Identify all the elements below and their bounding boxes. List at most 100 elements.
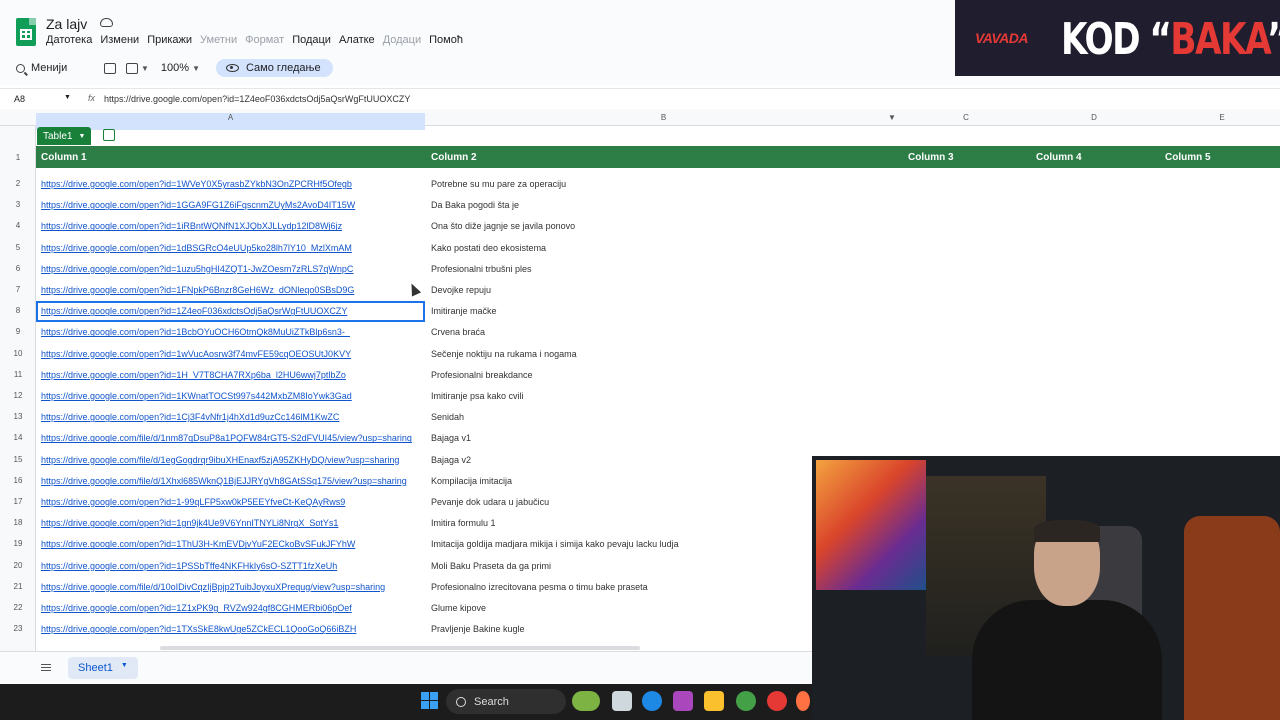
row-number[interactable]: 18 — [0, 518, 36, 527]
taskbar-search[interactable]: Search — [446, 689, 566, 714]
chrome-icon[interactable] — [767, 691, 787, 711]
link-cell[interactable]: https://drive.google.com/open?id=1TXsSkE… — [41, 624, 426, 634]
row-number[interactable]: 16 — [0, 476, 36, 485]
description-cell[interactable]: Kako postati deo ekosistema — [431, 243, 546, 253]
horizontal-scrollbar[interactable] — [160, 646, 640, 650]
row-number[interactable]: 12 — [0, 391, 36, 400]
chevron-down-icon[interactable]: ▼ — [121, 662, 128, 674]
link-cell[interactable]: https://drive.google.com/file/d/1nm87qDs… — [41, 433, 426, 443]
description-cell[interactable]: Pravljenje Bakine kugle — [431, 624, 525, 634]
row-number[interactable]: 21 — [0, 582, 36, 591]
description-cell[interactable]: Profesionalni trbušni ples — [431, 264, 532, 274]
chevron-down-icon[interactable]: ▼ — [192, 64, 200, 73]
description-cell[interactable]: Devojke repuju — [431, 285, 491, 295]
menus-search[interactable]: Менији — [16, 62, 94, 74]
table-header-cell[interactable]: Column 5 — [1165, 152, 1211, 163]
table-view-icon[interactable] — [103, 129, 115, 141]
link-cell[interactable]: https://drive.google.com/open?id=1wVucAo… — [41, 349, 426, 359]
row-number[interactable]: 1 — [0, 153, 36, 162]
row-number[interactable]: 2 — [0, 179, 36, 188]
document-title[interactable]: Za lajv — [46, 16, 87, 32]
print-icon[interactable] — [104, 62, 116, 74]
menu-item[interactable]: Алатке — [339, 34, 375, 46]
row-number[interactable]: 9 — [0, 327, 36, 336]
link-cell[interactable]: https://drive.google.com/open?id=1H_V7T8… — [41, 370, 426, 380]
format-icon[interactable] — [126, 62, 138, 74]
row-number[interactable]: 22 — [0, 603, 36, 612]
row-number[interactable]: 20 — [0, 561, 36, 570]
description-cell[interactable]: Ona što diže jagnje se javila ponovo — [431, 221, 575, 231]
menu-item[interactable]: Додаци — [383, 34, 421, 46]
row-number[interactable]: 11 — [0, 370, 36, 379]
link-cell[interactable]: https://drive.google.com/file/d/10oIDivC… — [41, 582, 426, 592]
windows-start-icon[interactable] — [421, 692, 438, 709]
link-cell[interactable]: https://drive.google.com/open?id=1BcbOYu… — [41, 327, 426, 337]
menu-item[interactable]: Уметни — [200, 34, 237, 46]
row-number[interactable]: 7 — [0, 285, 36, 294]
all-sheets-menu-icon[interactable] — [41, 664, 51, 671]
link-cell[interactable]: https://drive.google.com/open?id=1dBSGRc… — [41, 243, 426, 253]
row-number[interactable]: 17 — [0, 497, 36, 506]
description-cell[interactable]: Da Baka pogodi šta je — [431, 200, 519, 210]
whatsapp-icon[interactable] — [736, 691, 756, 711]
link-cell[interactable]: https://drive.google.com/open?id=1-99qLF… — [41, 497, 426, 507]
file-explorer-icon[interactable] — [704, 691, 724, 711]
table-header-cell[interactable]: Column 1 — [41, 152, 87, 163]
row-number[interactable]: 19 — [0, 539, 36, 548]
description-cell[interactable]: Imitira formulu 1 — [431, 518, 496, 528]
description-cell[interactable]: Sečenje noktiju na rukama i nogama — [431, 349, 577, 359]
menu-item[interactable]: Помоћ — [429, 34, 463, 46]
weather-widget-icon[interactable] — [572, 691, 600, 711]
chevron-down-icon[interactable]: ▼ — [141, 64, 149, 73]
copilot-icon[interactable] — [673, 691, 693, 711]
edge-browser-icon[interactable] — [642, 691, 662, 711]
row-number[interactable]: 5 — [0, 243, 36, 252]
link-cell[interactable]: https://drive.google.com/open?id=1gn9jk4… — [41, 518, 426, 528]
row-number[interactable]: 6 — [0, 264, 36, 273]
description-cell[interactable]: Moli Baku Praseta da ga primi — [431, 561, 551, 571]
link-cell[interactable]: https://drive.google.com/open?id=1KWnatT… — [41, 391, 426, 401]
column-filter-icon[interactable]: ▼ — [886, 113, 898, 122]
link-cell[interactable]: https://drive.google.com/open?id=1ThU3H-… — [41, 539, 426, 549]
description-cell[interactable]: Glume kipove — [431, 603, 486, 613]
table-header-cell[interactable]: Column 3 — [908, 152, 954, 163]
cloud-saved-icon[interactable] — [100, 18, 113, 27]
description-cell[interactable]: Kompilacija imitacija — [431, 476, 512, 486]
table-header-cell[interactable]: Column 2 — [431, 152, 477, 163]
menu-item[interactable]: Подаци — [292, 34, 331, 46]
menu-item[interactable]: Прикажи — [147, 34, 192, 46]
row-number[interactable]: 8 — [0, 306, 36, 315]
column-header-b[interactable]: B — [425, 113, 902, 122]
description-cell[interactable]: Imitiranje psa kako cvili — [431, 391, 524, 401]
column-header-d[interactable]: D — [1030, 113, 1158, 122]
description-cell[interactable]: Profesionalno izrecitovana pesma o timu … — [431, 582, 648, 592]
row-number[interactable]: 23 — [0, 624, 36, 633]
firefox-icon[interactable] — [796, 691, 810, 711]
description-cell[interactable]: Bajaga v1 — [431, 433, 471, 443]
menu-item[interactable]: Датотека — [46, 34, 92, 46]
description-cell[interactable]: Crvena braća — [431, 327, 485, 337]
table-name-chip[interactable]: Table1 ▼ — [37, 127, 92, 145]
view-only-button[interactable]: Само гледање — [215, 59, 333, 77]
description-cell[interactable]: Imitiranje mačke — [431, 306, 497, 316]
description-cell[interactable]: Senidah — [431, 412, 464, 422]
name-box[interactable]: A8 — [14, 94, 25, 104]
link-cell[interactable]: https://drive.google.com/open?id=1uzu5hg… — [41, 264, 426, 274]
description-cell[interactable]: Potrebne su mu pare za operaciju — [431, 179, 566, 189]
zoom-select[interactable]: 100% — [161, 62, 189, 74]
sheet-tab[interactable]: Sheet1 ▼ — [68, 657, 138, 679]
description-cell[interactable]: Imitacija goldija madjara mikija i simij… — [431, 539, 679, 549]
link-cell[interactable]: https://drive.google.com/open?id=1Cj3F4v… — [41, 412, 426, 422]
formula-input[interactable]: https://drive.google.com/open?id=1Z4eoF0… — [104, 94, 410, 104]
link-cell[interactable]: https://drive.google.com/open?id=1iRBntW… — [41, 221, 426, 231]
row-number[interactable]: 3 — [0, 200, 36, 209]
sheets-logo-icon[interactable] — [16, 18, 36, 46]
row-number[interactable]: 15 — [0, 455, 36, 464]
row-number[interactable]: 14 — [0, 433, 36, 442]
menu-item[interactable]: Измени — [100, 34, 139, 46]
chevron-down-icon[interactable]: ▼ — [64, 94, 71, 101]
link-cell[interactable]: https://drive.google.com/file/d/1Xhxl685… — [41, 476, 426, 486]
column-header-e[interactable]: E — [1158, 113, 1280, 122]
row-number[interactable]: 10 — [0, 349, 36, 358]
menu-item[interactable]: Формат — [245, 34, 284, 46]
